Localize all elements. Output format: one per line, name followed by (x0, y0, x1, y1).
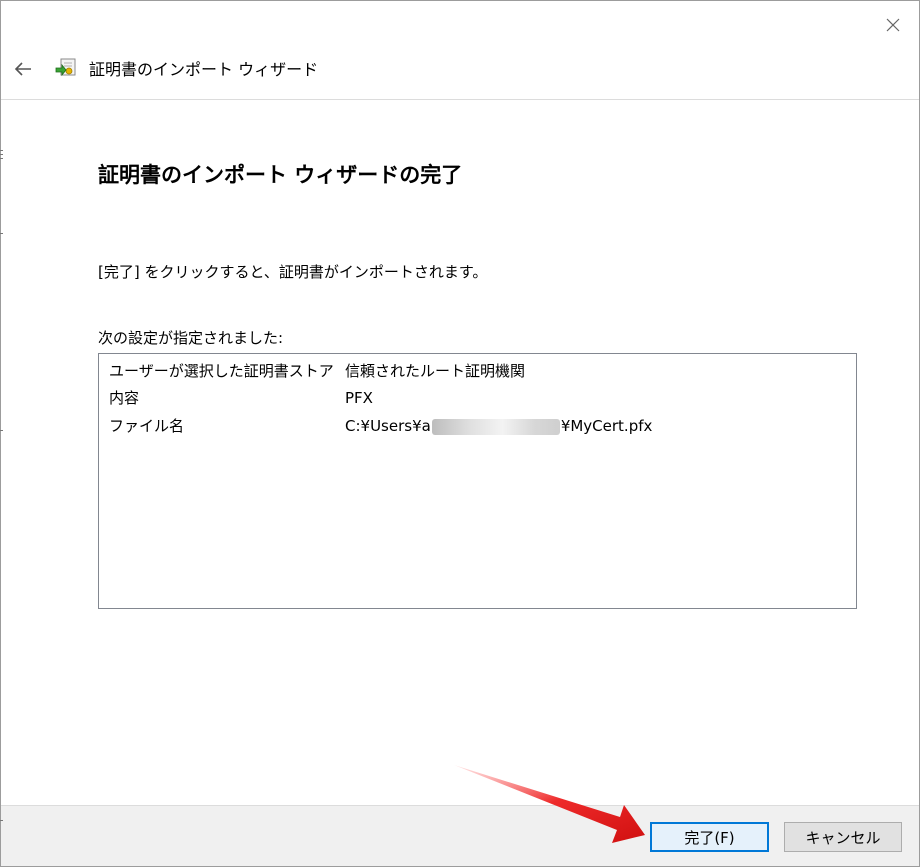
certificate-import-icon (55, 58, 76, 77)
page-heading: 証明書のインポート ウィザードの完了 (98, 163, 463, 187)
close-button[interactable] (881, 13, 905, 37)
settings-key: ユーザーが選択した証明書ストア (109, 362, 334, 380)
footer-bar: 完了(F) キャンセル (1, 805, 919, 866)
back-arrow-icon (14, 62, 31, 76)
settings-row-content: 内容 PFX (109, 385, 839, 411)
settings-row-filename: ファイル名 C:¥Users¥a ¥MyCert.pfx (109, 413, 839, 439)
header-divider (1, 99, 919, 100)
cancel-button[interactable]: キャンセル (784, 822, 902, 852)
settings-list[interactable]: ユーザーが選択した証明書ストア 信頼されたルート証明機関 内容 PFX ファイル… (98, 353, 857, 609)
settings-value-filename: C:¥Users¥a ¥MyCert.pfx (345, 413, 652, 439)
settings-key: 内容 (109, 389, 140, 407)
settings-value: PFX (345, 389, 373, 407)
filename-suffix: ¥MyCert.pfx (560, 417, 653, 435)
filename-prefix: C:¥Users¥a (345, 417, 431, 435)
back-button[interactable] (11, 59, 35, 79)
settings-key: ファイル名 (109, 417, 185, 435)
certificate-import-wizard-window: 証明書のインポート ウィザード 証明書のインポート ウィザードの完了 [完了] … (0, 0, 920, 867)
instruction-text: [完了] をクリックすると、証明書がインポートされます。 (98, 263, 488, 281)
settings-row-store: ユーザーが選択した証明書ストア 信頼されたルート証明機関 (109, 358, 839, 384)
finish-button[interactable]: 完了(F) (650, 822, 769, 852)
redacted-blur (431, 418, 560, 435)
settings-value: 信頼されたルート証明機関 (345, 362, 526, 380)
window-title: 証明書のインポート ウィザード (89, 60, 319, 79)
settings-label: 次の設定が指定されました: (98, 329, 284, 347)
close-icon (886, 18, 900, 32)
